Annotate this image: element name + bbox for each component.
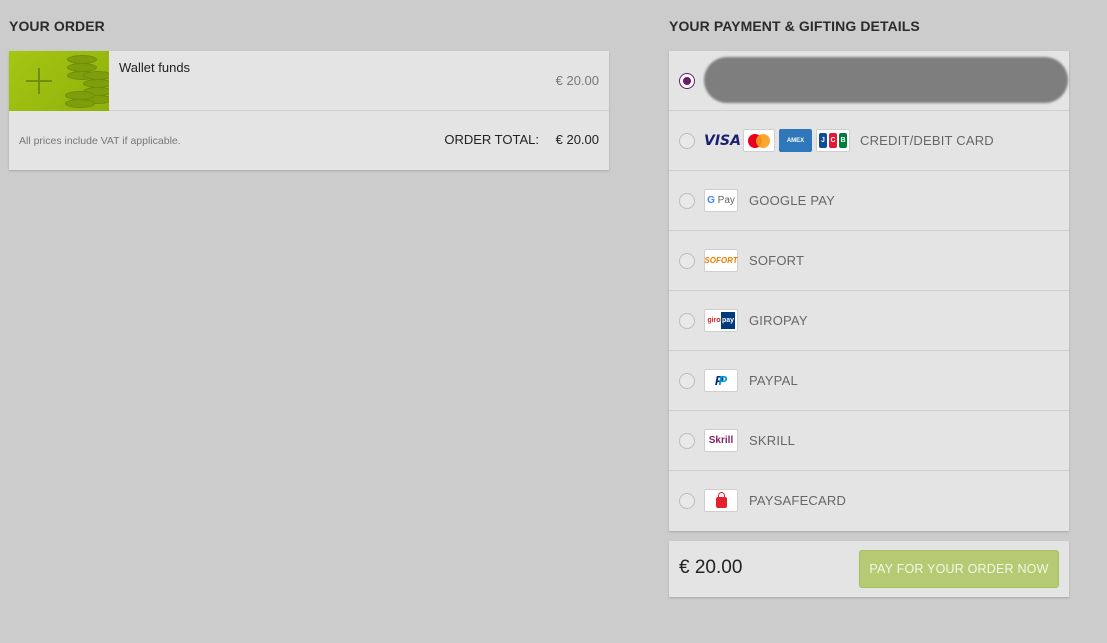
- pay-now-button[interactable]: PAY FOR YOUR ORDER NOW: [859, 550, 1059, 588]
- checkout-page: YOUR ORDER YOUR PAYMENT & GIFTING DETAIL…: [0, 0, 1107, 643]
- sofort-logo: SOFORT: [704, 249, 738, 272]
- radio-paysafecard[interactable]: [679, 493, 695, 509]
- item-price: € 20.00: [555, 73, 599, 88]
- sofort-label: SOFORT: [749, 253, 805, 268]
- radio-selected[interactable]: [679, 73, 695, 89]
- vat-note: All prices include VAT if applicable.: [19, 135, 181, 147]
- payment-section-title: YOUR PAYMENT & GIFTING DETAILS: [669, 18, 920, 34]
- order-section-title: YOUR ORDER: [9, 18, 105, 34]
- googlepay-label: GOOGLE PAY: [749, 193, 836, 208]
- payment-option-saved[interactable]: [669, 51, 1069, 111]
- order-summary-card: Wallet funds € 20.00 All prices include …: [9, 51, 609, 170]
- giropay-logo: giro pay: [704, 309, 738, 332]
- radio-card[interactable]: [679, 133, 695, 149]
- payment-option-skrill[interactable]: Skrill SKRILL: [669, 411, 1069, 471]
- paypal-logo: PP: [704, 369, 738, 392]
- paypal-label: PAYPAL: [749, 373, 798, 388]
- mastercard-logo: [743, 129, 775, 152]
- giropay-label: GIROPAY: [749, 313, 808, 328]
- pay-bar: € 20.00 PAY FOR YOUR ORDER NOW: [669, 541, 1069, 597]
- paysafecard-label: PAYSAFECARD: [749, 493, 847, 508]
- order-total-value: € 20.00: [555, 132, 599, 147]
- payment-methods-list: VISA AMEX JCB CREDIT/DEBIT CARD G Pay GO…: [669, 51, 1069, 531]
- order-line-item: Wallet funds € 20.00: [9, 51, 609, 111]
- radio-paypal[interactable]: [679, 373, 695, 389]
- skrill-logo: Skrill: [704, 429, 738, 452]
- payment-option-paypal[interactable]: PP PAYPAL: [669, 351, 1069, 411]
- payment-option-paysafecard[interactable]: PAYSAFECARD: [669, 471, 1069, 531]
- radio-googlepay[interactable]: [679, 193, 695, 209]
- visa-logo: VISA: [704, 133, 741, 149]
- skrill-label: SKRILL: [749, 433, 796, 448]
- pay-bar-total: € 20.00: [679, 557, 743, 578]
- paysafecard-lock-icon: [704, 489, 738, 512]
- radio-skrill[interactable]: [679, 433, 695, 449]
- google-pay-logo: G Pay: [704, 189, 738, 212]
- payment-option-googlepay[interactable]: G Pay GOOGLE PAY: [669, 171, 1069, 231]
- payment-option-giropay[interactable]: giro pay GIROPAY: [669, 291, 1069, 351]
- redacted-saved-method: [704, 57, 1068, 103]
- payment-option-sofort[interactable]: SOFORT SOFORT: [669, 231, 1069, 291]
- radio-sofort[interactable]: [679, 253, 695, 269]
- amex-logo: AMEX: [779, 129, 812, 152]
- order-footer: All prices include VAT if applicable. OR…: [9, 111, 609, 170]
- order-total-label: ORDER TOTAL:: [444, 132, 539, 147]
- payment-option-card[interactable]: VISA AMEX JCB CREDIT/DEBIT CARD: [669, 111, 1069, 171]
- item-name: Wallet funds: [119, 60, 191, 75]
- wallet-funds-thumbnail: [9, 51, 109, 111]
- radio-giropay[interactable]: [679, 313, 695, 329]
- card-label: CREDIT/DEBIT CARD: [860, 133, 994, 148]
- jcb-logo: JCB: [816, 129, 850, 152]
